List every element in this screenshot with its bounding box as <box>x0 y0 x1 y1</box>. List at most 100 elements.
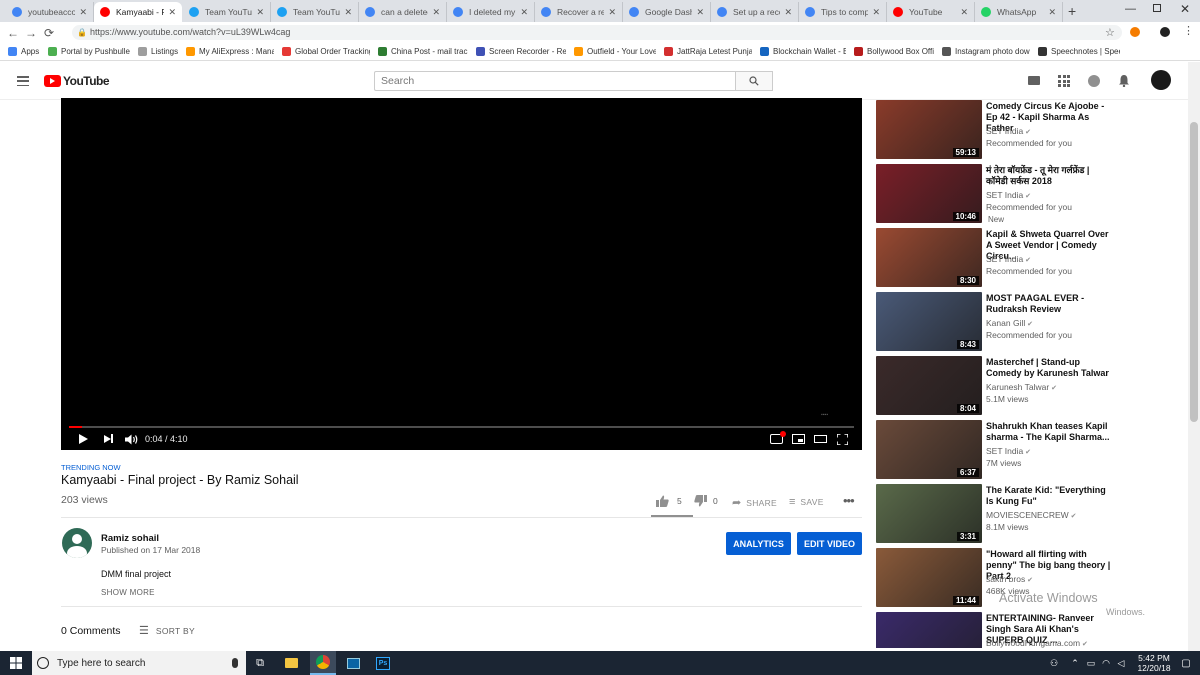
tab-close-icon[interactable]: ✕ <box>872 7 880 18</box>
tab-close-icon[interactable]: ✕ <box>608 7 616 18</box>
recommended-video[interactable]: 8:43 MOST PAAGAL EVER - Rudraksh Review Ka… <box>876 292 1116 352</box>
recommended-title[interactable]: MOST PAAGAL EVER - Rudraksh Review <box>986 293 1112 315</box>
notifications-bell-icon[interactable] <box>1118 74 1130 88</box>
trending-label[interactable]: TRENDING NOW <box>61 463 121 472</box>
bookmark-item[interactable]: Apps <box>8 47 40 56</box>
chrome-taskbar-icon[interactable] <box>310 651 336 675</box>
browser-tab[interactable]: Team YouTub ✕ <box>183 2 271 22</box>
share-button[interactable]: ➦ SHARE <box>732 496 777 509</box>
tab-close-icon[interactable]: ✕ <box>344 7 352 18</box>
bookmark-star-icon[interactable]: ☆ <box>1105 26 1115 39</box>
tab-close-icon[interactable]: ✕ <box>432 7 440 18</box>
like-button[interactable]: 5 <box>656 495 682 507</box>
video-thumbnail[interactable] <box>876 612 982 648</box>
bookmark-item[interactable]: Speechnotes | Speech <box>1038 47 1120 56</box>
volume-icon[interactable] <box>125 434 139 448</box>
recommended-video[interactable]: 10:46 मं तेरा बॉयफ्रेंड - तू मेरा गर्लफ्र… <box>876 164 1116 224</box>
browser-tab[interactable]: I deleted my ✕ <box>447 2 535 22</box>
tab-close-icon[interactable]: ✕ <box>256 7 264 18</box>
video-thumbnail[interactable]: 8:43 <box>876 292 982 351</box>
clock[interactable]: 5:42 PM 12/20/18 <box>1134 653 1174 673</box>
next-icon[interactable] <box>104 434 113 443</box>
tab-close-icon[interactable]: ✕ <box>168 7 176 18</box>
volume-tray-icon[interactable]: ◁ <box>1114 651 1128 675</box>
bookmark-item[interactable]: Blockchain Wallet - B <box>760 47 846 56</box>
browser-tab[interactable]: Set up a reco ✕ <box>711 2 799 22</box>
recommended-video[interactable]: ENTERTAINING- Ranveer Singh Sara Ali Kha… <box>876 612 1116 648</box>
video-thumbnail[interactable]: 59:13 <box>876 100 982 159</box>
video-thumbnail[interactable]: 8:04 <box>876 356 982 415</box>
channel-avatar[interactable] <box>62 528 92 558</box>
recommended-title[interactable]: The Karate Kid: "Everything Is Kung Fu" <box>986 485 1112 507</box>
messages-icon[interactable] <box>1088 75 1100 87</box>
browser-tab[interactable]: Kamyaabi - Fi ✕ <box>94 2 182 22</box>
video-player[interactable]: ▪▪▪▪ 0:04 / 4:10 <box>61 98 862 450</box>
analytics-button[interactable]: ANALYTICS <box>726 532 791 555</box>
battery-icon[interactable]: ▭ <box>1084 651 1098 675</box>
page-scrollbar[interactable] <box>1188 62 1200 651</box>
microphone-icon[interactable] <box>232 658 238 668</box>
file-explorer-icon[interactable] <box>280 651 302 675</box>
browser-tab[interactable]: WhatsApp ✕ <box>975 2 1063 22</box>
miniplayer-icon[interactable] <box>792 434 805 444</box>
account-avatar[interactable] <box>1151 70 1171 90</box>
browser-tab[interactable]: Recover a rec ✕ <box>535 2 623 22</box>
recommended-video[interactable]: 6:37 Shahrukh Khan teases Kapil sharma - … <box>876 420 1116 480</box>
new-tab-button[interactable]: + <box>1068 3 1076 19</box>
subtitles-icon[interactable] <box>770 431 786 444</box>
bookmark-item[interactable]: Instagram photo dow <box>942 47 1030 56</box>
taskbar-search-box[interactable]: Type here to search <box>32 651 246 675</box>
profile-avatar[interactable] <box>1160 27 1170 37</box>
photos-icon[interactable] <box>342 651 364 675</box>
sort-by-button[interactable]: ☰ SORT BY <box>139 624 195 637</box>
recommended-title[interactable]: Masterchef | Stand-up Comedy by Karunesh… <box>986 357 1112 379</box>
bookmark-item[interactable]: My AliExpress : Mana <box>186 47 274 56</box>
search-button[interactable] <box>735 71 773 91</box>
video-thumbnail[interactable]: 11:44 <box>876 548 982 607</box>
tray-expand-icon[interactable]: ⌃ <box>1068 651 1082 675</box>
browser-tab[interactable]: youtubeaccou ✕ <box>6 2 94 22</box>
recommended-video[interactable]: 3:31 The Karate Kid: "Everything Is Kung … <box>876 484 1116 544</box>
youtube-logo[interactable]: YouTube <box>44 74 110 88</box>
video-thumbnail[interactable]: 3:31 <box>876 484 982 543</box>
channel-name[interactable]: Ramiz sohail <box>101 533 159 544</box>
tab-close-icon[interactable]: ✕ <box>520 7 528 18</box>
create-video-icon[interactable] <box>1028 76 1040 85</box>
back-icon[interactable]: ← <box>4 26 22 40</box>
reload-icon[interactable]: ⟳ <box>40 26 58 40</box>
wifi-icon[interactable]: ◠ <box>1099 651 1113 675</box>
tab-close-icon[interactable]: ✕ <box>696 7 704 18</box>
close-window-icon[interactable]: ✕ <box>1180 2 1190 16</box>
tab-close-icon[interactable]: ✕ <box>960 7 968 18</box>
bookmark-item[interactable]: China Post - mail trac <box>378 47 468 56</box>
forward-icon[interactable]: → <box>22 26 40 40</box>
browser-tab[interactable]: YouTube ✕ <box>887 2 975 22</box>
browser-menu-icon[interactable]: ⋮ <box>1183 24 1194 37</box>
scrollbar-thumb[interactable] <box>1190 122 1198 422</box>
recommended-title[interactable]: Shahrukh Khan teases Kapil sharma - The … <box>986 421 1112 443</box>
search-input[interactable]: Search <box>374 71 735 91</box>
recommended-video[interactable]: 8:30 Kapil & Shweta Quarrel Over A Sweet … <box>876 228 1116 288</box>
show-more-button[interactable]: SHOW MORE <box>101 588 155 597</box>
extension-icon[interactable] <box>1130 27 1140 37</box>
recommended-video[interactable]: 8:04 Masterchef | Stand-up Comedy by Karu… <box>876 356 1116 416</box>
browser-tab[interactable]: Tips to compl ✕ <box>799 2 887 22</box>
browser-tab[interactable]: can a deleted ✕ <box>359 2 447 22</box>
tab-close-icon[interactable]: ✕ <box>79 7 87 18</box>
bookmark-item[interactable]: Listings <box>138 47 178 56</box>
browser-tab[interactable]: Google Dashb ✕ <box>623 2 711 22</box>
recommended-title[interactable]: मं तेरा बॉयफ्रेंड - तू मेरा गर्लफ्रेंड |… <box>986 165 1112 187</box>
tab-close-icon[interactable]: ✕ <box>784 7 792 18</box>
bookmark-item[interactable]: JattRaja Letest Punja <box>664 47 752 56</box>
task-view-icon[interactable]: ⧉ <box>250 651 270 675</box>
fullscreen-icon[interactable] <box>836 433 849 446</box>
edit-video-button[interactable]: EDIT VIDEO <box>797 532 862 555</box>
more-actions-icon[interactable]: ••• <box>843 493 855 508</box>
restore-icon[interactable] <box>1153 4 1161 12</box>
bookmark-item[interactable]: Outfield - Your Love <box>574 47 656 56</box>
people-icon[interactable]: ⚇ <box>1046 651 1062 675</box>
dislike-button[interactable]: 0 <box>694 495 718 507</box>
apps-grid-icon[interactable] <box>1058 75 1070 87</box>
minimize-icon[interactable]: — <box>1125 3 1136 15</box>
bookmark-item[interactable]: Portal by Pushbullet <box>48 47 130 56</box>
